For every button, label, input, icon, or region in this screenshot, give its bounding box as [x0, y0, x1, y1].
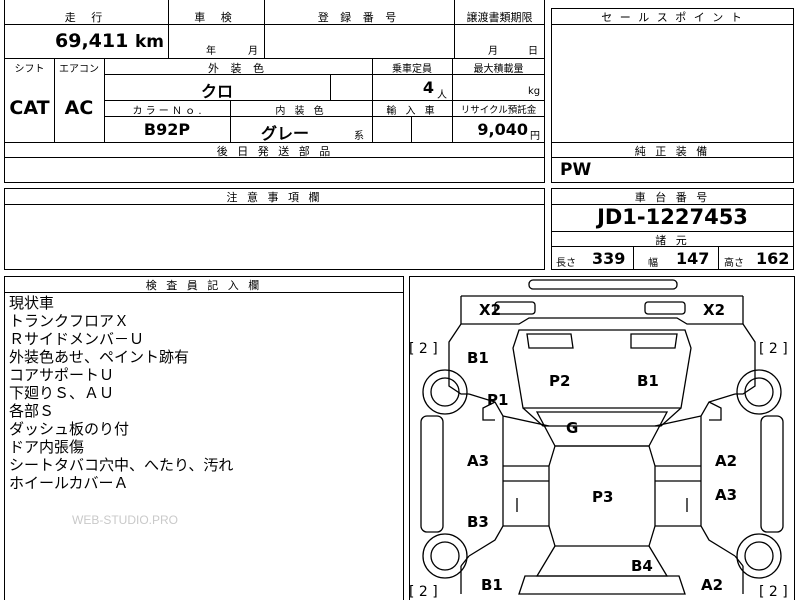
- color-no-label: カ ラ ー Ｎ ｏ .: [132, 106, 202, 117]
- max-load-label: 最大積載量: [473, 64, 524, 75]
- mark-tire-rr: [ 2 ]: [759, 584, 788, 600]
- inspector-note: 各部Ｓ: [9, 402, 55, 420]
- reg-number-label: 登 録 番 号: [317, 11, 401, 24]
- genuine-equipment-value: PW: [560, 160, 592, 180]
- mileage-unit: km: [134, 32, 164, 52]
- mark-b3-left-rear: B3: [467, 513, 489, 531]
- mark-x2-right: X2: [703, 301, 725, 319]
- color-no-value: B92P: [143, 120, 191, 139]
- inspector-note: 下廻りＳ、ＡＵ: [9, 384, 115, 402]
- inspector-note: ドア内張傷: [9, 438, 85, 456]
- car-diagram: X2 X2 [ 2 ] [ 2 ] B1 P2 B1 P1 G A3 A2 P3…: [409, 279, 788, 600]
- width-value: 147: [676, 249, 710, 268]
- transfer-month: 月: [488, 46, 498, 57]
- shift-value: CAT: [9, 97, 50, 119]
- capacity-value: 4: [422, 78, 434, 97]
- mileage-number: 69,411: [55, 30, 129, 52]
- mileage-label: 走 行: [64, 11, 109, 24]
- mark-a2-right-door: A2: [715, 452, 737, 470]
- height-label: 高さ: [724, 258, 744, 269]
- height-value: 162: [756, 249, 790, 268]
- inspector-note: シートタバコ穴中、へたり、汚れ: [9, 456, 234, 474]
- chassis-number: JD1-1227453: [597, 205, 748, 229]
- aircon-label: エアコン: [59, 64, 99, 75]
- transfer-label: 譲渡書類期限: [466, 11, 533, 24]
- inspection-month: 月: [248, 46, 258, 57]
- mileage-value: 69,411 km: [5, 30, 168, 52]
- inspection-year: 年: [206, 46, 216, 57]
- watermark: WEB-STUDIO.PRO: [72, 513, 179, 527]
- import-label: 輸 入 車: [386, 106, 438, 117]
- mark-b4-rear: B4: [631, 557, 653, 575]
- inspector-note: 外装色あせ、ペイント跡有: [9, 348, 190, 366]
- mark-b1-front-left: B1: [467, 349, 489, 367]
- recycle-value: 9,040: [477, 120, 528, 139]
- length-label: 長さ: [556, 258, 576, 269]
- recycle-unit: 円: [530, 131, 540, 142]
- width-label: 幅: [648, 258, 658, 269]
- sales-point-label: セ ー ル ス ポ イ ン ト: [601, 11, 744, 24]
- mark-p3-roof: P3: [592, 488, 613, 506]
- inspector-note: ダッシュ板のり付: [9, 420, 130, 438]
- exterior-value: クロ: [200, 82, 233, 101]
- mark-b1-hood: B1: [637, 372, 659, 390]
- mark-tire-rl: [ 2 ]: [409, 584, 438, 600]
- mark-p1-fender: P1: [487, 391, 508, 409]
- capacity-unit: 人: [437, 90, 447, 101]
- inspector-note: 現状車: [9, 294, 55, 312]
- inspection-label: 車 検: [194, 11, 238, 24]
- inspector-notes: 現状車 トランクフロアＸ Ｒサイドメンバ－Ｕ 外装色あせ、ペイント跡有 コアサポ…: [9, 294, 399, 492]
- mark-x2-left: X2: [479, 301, 501, 319]
- inspector-note: ホイールカバーＡ: [9, 474, 129, 492]
- caution-label: 注 意 事 項 欄: [226, 191, 323, 204]
- chassis-label: 車 台 番 号: [634, 191, 711, 204]
- mark-b1-rear-left: B1: [481, 576, 503, 594]
- transfer-day: 日: [528, 46, 538, 57]
- wheel-icons: [422, 369, 782, 579]
- mark-g-glass: G: [566, 419, 578, 437]
- interior-suffix: 系: [354, 131, 364, 142]
- mark-a3-left-door: A3: [467, 452, 489, 470]
- interior-value: グレー: [260, 124, 309, 143]
- recycle-label: リサイクル預託金: [460, 105, 537, 116]
- inspector-note: Ｒサイドメンバ－Ｕ: [9, 330, 145, 348]
- inspector-note: トランクフロアＸ: [9, 312, 130, 330]
- mark-tire-fl: [ 2 ]: [409, 341, 438, 357]
- mark-a2-rear-right: A2: [701, 576, 723, 594]
- interior-label: 内 装 色: [275, 106, 327, 117]
- mark-tire-fr: [ 2 ]: [759, 341, 788, 357]
- inspector-label: 検 査 員 記 入 欄: [145, 279, 263, 292]
- inspector-note: コアサポートＵ: [9, 366, 115, 384]
- shift-label: シフト: [14, 64, 45, 75]
- length-value: 339: [592, 249, 626, 268]
- mark-a3-right-rear: A3: [715, 486, 737, 504]
- max-load-unit: kg: [528, 86, 541, 97]
- aircon-value: AC: [64, 97, 94, 119]
- capacity-label: 乗車定員: [392, 64, 432, 75]
- mark-p2-hood: P2: [549, 372, 570, 390]
